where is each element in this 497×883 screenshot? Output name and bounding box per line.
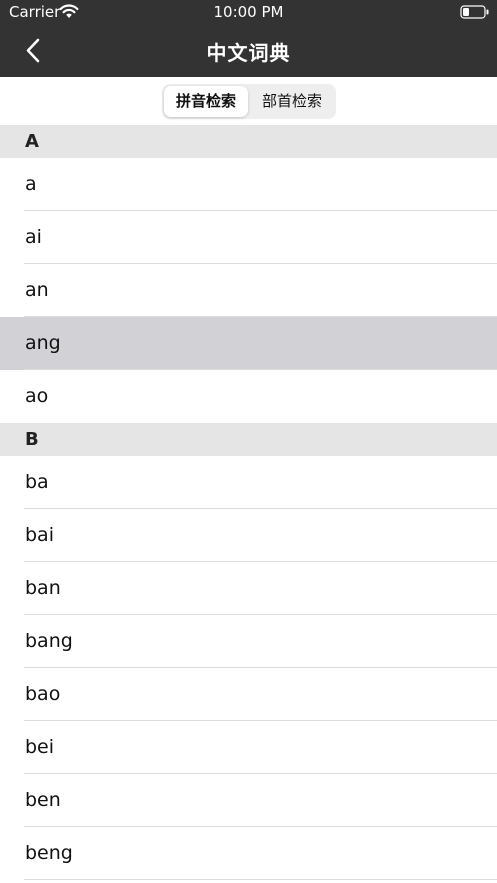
segment-radical-search[interactable]: 部首检索 (250, 86, 334, 117)
list-item[interactable]: ba (0, 456, 497, 509)
search-mode-bar: 拼音检索 部首检索 (0, 77, 497, 125)
list-item[interactable]: bang (0, 615, 497, 668)
list-item[interactable]: ben (0, 774, 497, 827)
pinyin-list: A a ai an ang ao B ba bai ban bang bao b… (0, 125, 497, 880)
list-item[interactable]: bao (0, 668, 497, 721)
list-item[interactable]: beng (0, 827, 497, 880)
list-item[interactable]: an (0, 264, 497, 317)
list-item-highlighted[interactable]: ang (0, 317, 497, 370)
battery-icon (460, 5, 489, 19)
page-title: 中文词典 (206, 41, 291, 65)
list-item[interactable]: ban (0, 562, 497, 615)
status-time: 10:00 PM (213, 3, 284, 21)
navigation-bar: 中文词典 (0, 26, 497, 77)
section-header-a: A (0, 125, 497, 158)
list-item[interactable]: bai (0, 509, 497, 562)
app-screen: Carrier 10:00 PM 中文词典 拼音检索 部首检索 A a ai a… (0, 0, 497, 883)
segment-pinyin-search[interactable]: 拼音检索 (164, 86, 248, 117)
list-item[interactable]: bei (0, 721, 497, 774)
list-item[interactable]: a (0, 158, 497, 211)
search-mode-segmented-control: 拼音检索 部首检索 (162, 84, 336, 119)
list-item[interactable]: ao (0, 370, 497, 423)
list-item[interactable]: ai (0, 211, 497, 264)
status-bar: Carrier 10:00 PM (0, 0, 497, 26)
section-header-b: B (0, 423, 497, 456)
